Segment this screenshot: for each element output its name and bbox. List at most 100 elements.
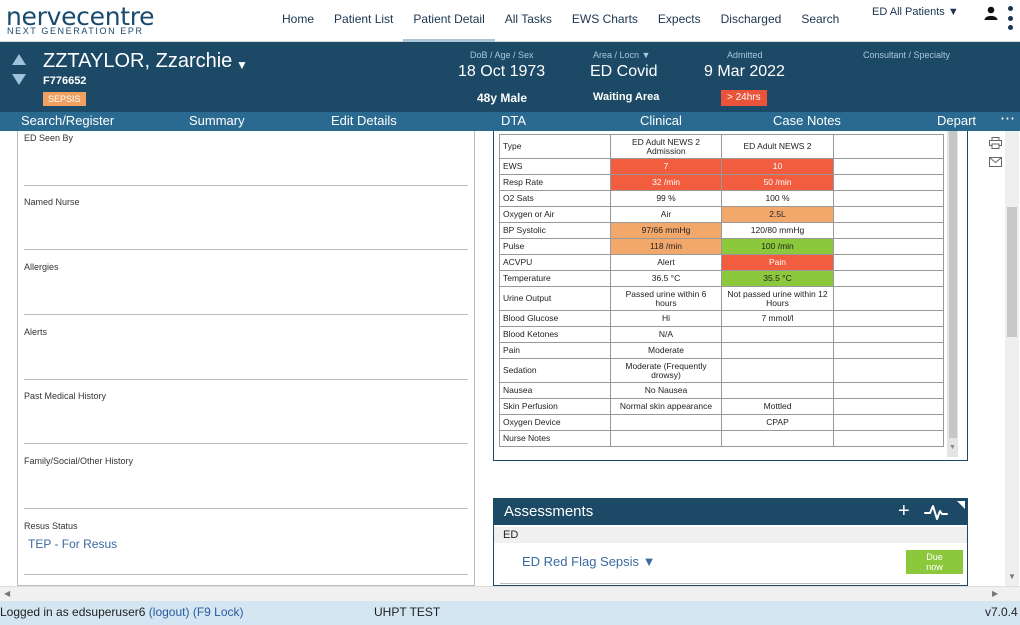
- nav-home[interactable]: Home: [272, 0, 324, 42]
- obs-label-cell: Urine Output: [499, 286, 611, 311]
- obs-value-cell: 35.5 °C: [721, 270, 834, 287]
- alerts-label: Alerts: [24, 327, 48, 337]
- obs-row: Pain Moderate: [499, 342, 944, 359]
- environment-name: UHPT TEST: [374, 605, 441, 619]
- panel-corner-icon[interactable]: [957, 501, 965, 509]
- subnav-summary[interactable]: Summary: [189, 113, 245, 128]
- subnav-clinical[interactable]: Clinical: [640, 113, 682, 128]
- observations-scroll-thumb[interactable]: [949, 131, 957, 438]
- scroll-right-icon[interactable]: ▶: [992, 589, 998, 598]
- obs-value-cell: [833, 310, 944, 327]
- nav-patient-list[interactable]: Patient List: [324, 0, 403, 42]
- logout-link[interactable]: (logout): [149, 605, 190, 619]
- obs-value-cell: ED Adult NEWS 2: [721, 134, 834, 159]
- obs-row: Blood Glucose Hi 7 mmol/l: [499, 310, 944, 327]
- nav-search[interactable]: Search: [791, 0, 849, 42]
- obs-row: Blood Ketones N/A: [499, 326, 944, 343]
- resus-status-field[interactable]: Resus Status TEP - For Resus: [24, 519, 468, 575]
- page-vertical-scrollbar[interactable]: [1005, 131, 1019, 586]
- allergies-field[interactable]: Allergies: [24, 260, 468, 315]
- subnav-depart[interactable]: Depart: [937, 113, 976, 128]
- patient-details-form: ED Seen By Named Nurse Allergies Alerts …: [17, 131, 475, 586]
- obs-label-cell: Nurse Notes: [499, 430, 611, 447]
- resus-status-value[interactable]: TEP - For Resus: [28, 537, 117, 551]
- subnav-search-register[interactable]: Search/Register: [21, 113, 114, 128]
- more-options-icon[interactable]: ⋯: [1000, 109, 1015, 127]
- nav-discharged[interactable]: Discharged: [711, 0, 792, 42]
- pulse-chart-icon[interactable]: [924, 502, 948, 522]
- patient-name-dropdown-icon[interactable]: ▼: [236, 58, 248, 72]
- obs-value-cell: Pain: [721, 254, 834, 271]
- obs-value-cell: 100 %: [721, 190, 834, 207]
- obs-label-cell: Oxygen Device: [499, 414, 611, 431]
- obs-value-cell: 50 /min: [721, 174, 834, 191]
- obs-label-cell: ACVPU: [499, 254, 611, 271]
- obs-value-cell: Air: [610, 206, 722, 223]
- obs-label-cell: Sedation: [499, 358, 611, 383]
- page-scroll-thumb[interactable]: [1007, 207, 1017, 337]
- dob-value: 18 Oct 1973: [458, 63, 546, 80]
- ed-seen-by-field[interactable]: ED Seen By: [24, 131, 468, 186]
- obs-row: Pulse 118 /min 100 /min: [499, 238, 944, 255]
- observations-scrollbar[interactable]: ▼: [947, 131, 958, 457]
- obs-value-cell: 100 /min: [721, 238, 834, 255]
- nav-patient-detail[interactable]: Patient Detail: [403, 0, 495, 42]
- status-footer: Logged in as edsuperuser6 (logout) (F9 L…: [0, 601, 1020, 625]
- admitted-value: 9 Mar 2022: [704, 63, 785, 80]
- user-icon[interactable]: [984, 6, 998, 20]
- add-assessment-icon[interactable]: +: [898, 500, 910, 522]
- patient-name[interactable]: ZZTAYLOR, Zzarchie: [43, 50, 232, 73]
- due-now-button[interactable]: Due now: [906, 550, 963, 574]
- admitted-label: Admitted: [727, 50, 763, 60]
- obs-value-cell: 97/66 mmHg: [610, 222, 722, 239]
- obs-value-cell: 99 %: [610, 190, 722, 207]
- scroll-down-icon[interactable]: ▼: [949, 444, 956, 451]
- area-label[interactable]: Area / Locn ▼: [593, 50, 650, 60]
- obs-value-cell: Alert: [610, 254, 722, 271]
- obs-row: Temperature 36.5 °C 35.5 °C: [499, 270, 944, 287]
- print-icon[interactable]: [989, 137, 1002, 149]
- subnav-edit-details[interactable]: Edit Details: [331, 113, 397, 128]
- obs-value-cell: [721, 358, 834, 383]
- page-scroll-down-icon[interactable]: ▼: [1008, 572, 1016, 581]
- obs-row: Type ED Adult NEWS 2 Admission ED Adult NE…: [499, 134, 944, 159]
- obs-row: Nausea No Nausea: [499, 382, 944, 399]
- next-patient-icon[interactable]: [12, 74, 26, 85]
- obs-value-cell: [833, 382, 944, 399]
- obs-row: EWS 7 10: [499, 158, 944, 175]
- nav-all-tasks[interactable]: All Tasks: [495, 0, 562, 42]
- previous-patient-icon[interactable]: [12, 54, 26, 65]
- scroll-left-icon[interactable]: ◀: [4, 589, 10, 598]
- subnav-dta[interactable]: DTA: [501, 113, 526, 128]
- obs-label-cell: Oxygen or Air: [499, 206, 611, 223]
- f9-lock-link[interactable]: (F9 Lock): [193, 605, 244, 619]
- patient-list-filter[interactable]: ED All Patients ▼: [872, 6, 959, 18]
- nav-ews-charts[interactable]: EWS Charts: [562, 0, 648, 42]
- wait-time-badge: > 24hrs: [721, 90, 767, 106]
- obs-label-cell: EWS: [499, 158, 611, 175]
- sepsis-alert-badge: SEPSIS: [43, 92, 86, 106]
- horizontal-scrollbar[interactable]: ◀ ▶: [0, 586, 1020, 601]
- kebab-menu-icon[interactable]: [1007, 6, 1013, 30]
- consultant-label: Consultant / Specialty: [863, 50, 951, 60]
- named-nurse-field[interactable]: Named Nurse: [24, 195, 468, 250]
- email-icon[interactable]: [989, 157, 1002, 167]
- obs-value-cell: [833, 254, 944, 271]
- obs-label-cell: BP Systolic: [499, 222, 611, 239]
- ed-red-flag-sepsis-link[interactable]: ED Red Flag Sepsis ▼: [522, 554, 656, 569]
- obs-row: Sedation Moderate (Frequently drowsy): [499, 358, 944, 383]
- obs-value-cell: 7: [610, 158, 722, 175]
- alerts-field[interactable]: Alerts: [24, 325, 468, 380]
- top-nav-bar: nervecentre NEXT GENERATION EPR Home Pati…: [0, 0, 1020, 42]
- due-now-label: Due now: [926, 552, 943, 572]
- obs-value-cell: [833, 158, 944, 175]
- past-medical-history-field[interactable]: Past Medical History: [24, 389, 468, 444]
- obs-value-cell: 36.5 °C: [610, 270, 722, 287]
- subnav-case-notes[interactable]: Case Notes: [773, 113, 841, 128]
- nav-expects[interactable]: Expects: [648, 0, 711, 42]
- assessments-header: Assessments +: [494, 499, 967, 525]
- version-number: v7.0.4: [985, 605, 1018, 619]
- ed-seen-by-label: ED Seen By: [24, 133, 74, 143]
- family-social-history-field[interactable]: Family/Social/Other History: [24, 454, 468, 509]
- obs-value-cell: [610, 414, 722, 431]
